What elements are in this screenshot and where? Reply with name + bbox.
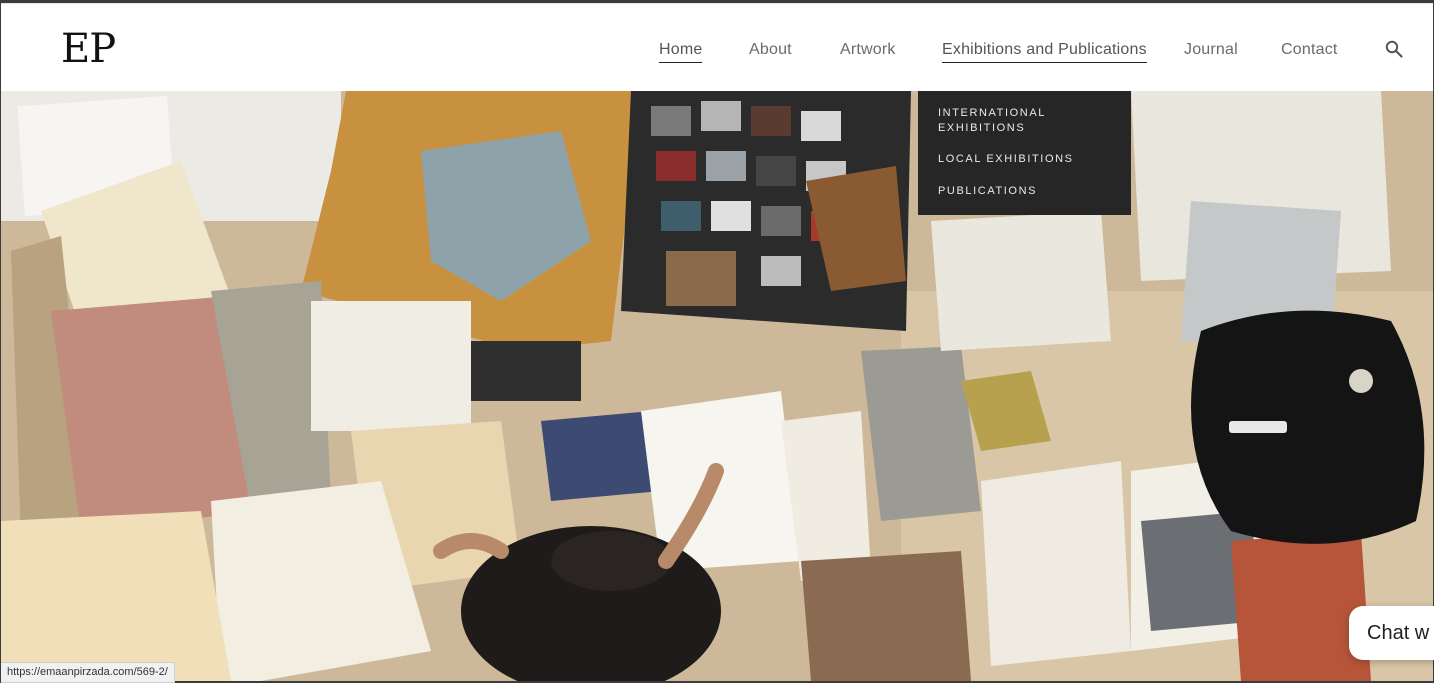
dropdown-item-local-exhibitions[interactable]: LOCAL EXHIBITIONS: [938, 152, 1118, 167]
nav-item-about[interactable]: About: [749, 41, 792, 62]
search-icon[interactable]: [1385, 40, 1403, 58]
nav-item-contact[interactable]: Contact: [1281, 41, 1338, 62]
main-nav: Home About Artwork Exhibitions and Publi…: [1, 4, 1433, 92]
site-header: EP Home About Artwork Exhibitions and Pu…: [1, 3, 1433, 92]
nav-item-journal[interactable]: Journal: [1184, 41, 1238, 62]
nav-item-home[interactable]: Home: [659, 41, 703, 63]
status-bar-url: https://emaanpirzada.com/569-2/: [1, 662, 175, 683]
dropdown-item-publications[interactable]: PUBLICATIONS: [938, 184, 1118, 199]
hero-artwork-collage: [1, 91, 1433, 681]
nav-item-artwork[interactable]: Artwork: [840, 41, 896, 62]
exhibitions-dropdown-menu: INTERNATIONAL EXHIBITIONS LOCAL EXHIBITI…: [918, 91, 1131, 215]
hero-image: [1, 91, 1433, 681]
dropdown-item-international-exhibitions[interactable]: INTERNATIONAL EXHIBITIONS: [938, 106, 1118, 136]
chat-button[interactable]: Chat w: [1349, 606, 1434, 660]
nav-item-exhibitions-and-publications[interactable]: Exhibitions and Publications: [942, 41, 1147, 63]
